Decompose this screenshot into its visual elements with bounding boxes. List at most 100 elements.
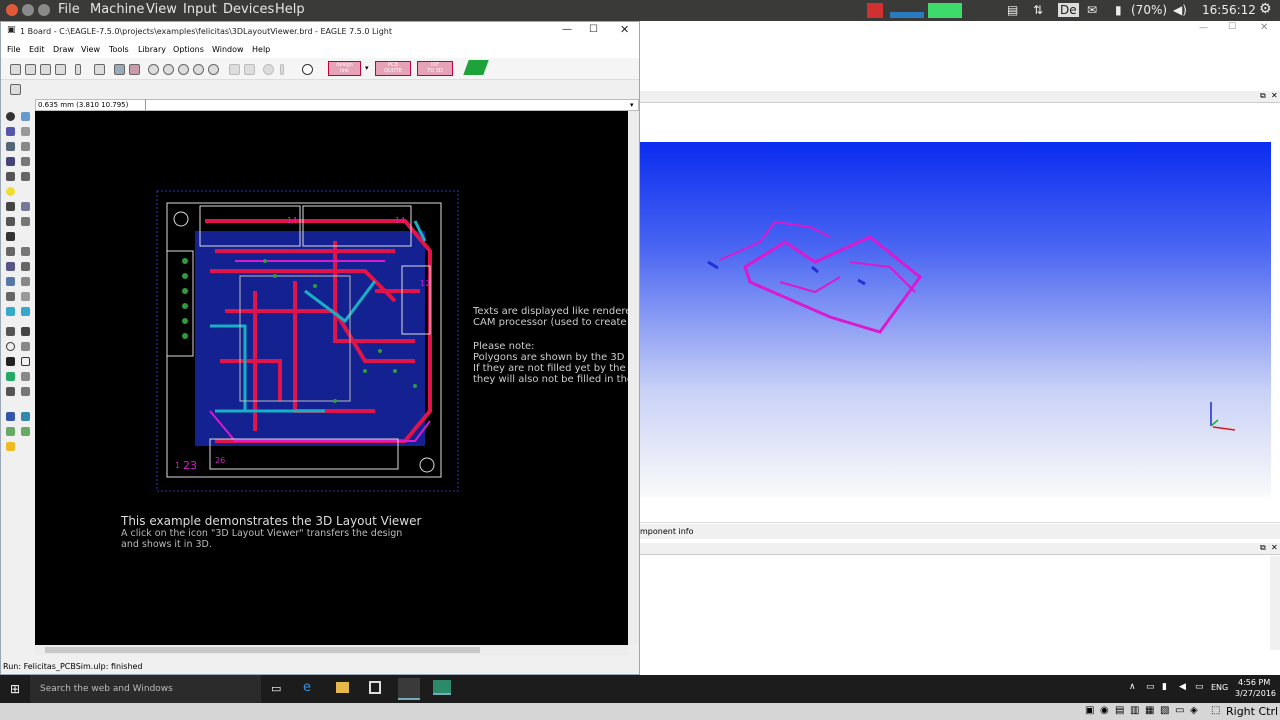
- zoom-fit-icon[interactable]: [148, 64, 159, 75]
- menu-window[interactable]: Window: [212, 45, 244, 54]
- task-view-icon[interactable]: ▭: [271, 682, 281, 695]
- zoom-in-icon[interactable]: [163, 64, 174, 75]
- zoom-out-icon[interactable]: [178, 64, 189, 75]
- attribute-icon[interactable]: [21, 387, 30, 396]
- meander-icon[interactable]: [21, 292, 30, 301]
- language-indicator[interactable]: ENG: [1211, 683, 1228, 692]
- menu-help[interactable]: Help: [252, 45, 270, 54]
- usb-icon[interactable]: ▦: [1145, 705, 1154, 716]
- store-icon[interactable]: [369, 681, 381, 694]
- info-panel-restore-icon[interactable]: ⧉: [1260, 543, 1266, 553]
- menu-view[interactable]: View: [146, 2, 177, 17]
- dropdown-icon[interactable]: ▾: [365, 64, 369, 72]
- ulp-icon[interactable]: [94, 64, 105, 75]
- menu-help[interactable]: Help: [275, 2, 305, 17]
- shared-folder-icon[interactable]: ▧: [1160, 705, 1169, 716]
- route-icon[interactable]: [6, 307, 15, 316]
- menu-library[interactable]: Library: [138, 45, 166, 54]
- file-explorer-icon[interactable]: [336, 682, 349, 693]
- rotate-icon[interactable]: [21, 157, 30, 166]
- group-icon[interactable]: [6, 172, 15, 181]
- save-icon[interactable]: [25, 64, 36, 75]
- edge-browser-icon[interactable]: e: [303, 680, 311, 695]
- cam-icon[interactable]: [55, 64, 66, 75]
- maximize-icon[interactable]: [38, 4, 50, 16]
- eagle-taskbar-icon[interactable]: [398, 678, 420, 700]
- lock-icon[interactable]: [6, 232, 15, 241]
- menu-input[interactable]: Input: [183, 2, 217, 17]
- keyboard-layout[interactable]: De: [1058, 3, 1079, 17]
- pinswap-icon[interactable]: [6, 217, 15, 226]
- minimize-icon[interactable]: [22, 4, 34, 16]
- component-info-tab[interactable]: mponent info: [640, 524, 1280, 539]
- network-icon[interactable]: ▭: [1146, 682, 1155, 692]
- script-icon[interactable]: [75, 64, 81, 75]
- mail-icon[interactable]: ✉: [1087, 3, 1097, 17]
- scroll-thumb[interactable]: [45, 647, 480, 653]
- board-canvas[interactable]: 14 14 12 1 23 26 Texts are displayed lik…: [35, 111, 628, 645]
- undo-icon[interactable]: [229, 64, 240, 75]
- mirror-icon[interactable]: [6, 157, 15, 166]
- command-dropdown-icon[interactable]: ▾: [630, 101, 634, 109]
- search-box[interactable]: Search the web and Windows: [30, 675, 261, 703]
- add-icon[interactable]: [21, 202, 30, 211]
- show-hidden-icons[interactable]: ∧: [1129, 682, 1136, 692]
- info-panel-close-icon[interactable]: ✕: [1271, 543, 1278, 552]
- zoom-redraw-icon[interactable]: [193, 64, 204, 75]
- clipboard-icon[interactable]: ▤: [1007, 3, 1018, 17]
- horizontal-scrollbar[interactable]: [35, 645, 628, 655]
- capture-icon[interactable]: ◈: [1190, 705, 1198, 716]
- board-icon[interactable]: [129, 64, 140, 75]
- polygon-icon[interactable]: [21, 357, 30, 366]
- viewer-maximize-button[interactable]: ☐: [1228, 22, 1236, 32]
- replace-icon[interactable]: [21, 217, 30, 226]
- 3d-layout-viewer-icon[interactable]: [463, 60, 489, 75]
- taskbar-date[interactable]: 3/27/2016: [1235, 689, 1276, 698]
- minimize-button[interactable]: —: [562, 24, 572, 35]
- signal-icon[interactable]: [21, 372, 30, 381]
- paste-icon[interactable]: [6, 187, 15, 196]
- open-icon[interactable]: [10, 64, 21, 75]
- zoom-select-icon[interactable]: [208, 64, 219, 75]
- 3d-view[interactable]: [640, 142, 1271, 497]
- print-icon[interactable]: [40, 64, 51, 75]
- display-icon[interactable]: [6, 127, 15, 136]
- viewer-minimize-button[interactable]: —: [1199, 23, 1208, 33]
- menu-edit[interactable]: Edit: [29, 45, 45, 54]
- panel-restore-icon[interactable]: ⧉: [1260, 91, 1266, 101]
- erc-warning-icon[interactable]: [6, 442, 15, 451]
- circle-icon[interactable]: [6, 342, 15, 351]
- ratsnest-icon[interactable]: [6, 412, 15, 421]
- hole-icon[interactable]: [6, 387, 15, 396]
- delete-icon[interactable]: [6, 202, 15, 211]
- menu-view[interactable]: View: [81, 45, 100, 54]
- optical-icon[interactable]: ◉: [1100, 705, 1109, 716]
- measure-icon[interactable]: [21, 427, 30, 436]
- ripup-icon[interactable]: [21, 307, 30, 316]
- audio-icon[interactable]: ▤: [1115, 705, 1124, 716]
- maximize-button[interactable]: ☐: [589, 24, 598, 35]
- arc-icon[interactable]: [21, 342, 30, 351]
- info-icon[interactable]: [6, 112, 15, 121]
- menu-devices[interactable]: Devices: [223, 2, 274, 17]
- help-icon[interactable]: [302, 64, 313, 75]
- smash-icon[interactable]: [6, 262, 15, 271]
- grid-icon[interactable]: [10, 84, 21, 95]
- windows-start-icon[interactable]: ⊞: [10, 682, 20, 696]
- dimension-icon[interactable]: [6, 427, 15, 436]
- hdd-icon[interactable]: ▣: [1085, 705, 1094, 716]
- go-icon[interactable]: [280, 64, 284, 75]
- optimize-icon[interactable]: [6, 292, 15, 301]
- menu-tools[interactable]: Tools: [109, 45, 129, 54]
- info-scrollbar[interactable]: [1270, 556, 1280, 650]
- show-icon[interactable]: [21, 112, 30, 121]
- name-icon[interactable]: [6, 247, 15, 256]
- net-icon[interactable]: ▥: [1130, 705, 1139, 716]
- miter-icon[interactable]: [21, 277, 30, 286]
- transfer-icon[interactable]: ⇅: [1033, 3, 1043, 17]
- panel-close-icon[interactable]: ✕: [1271, 91, 1278, 100]
- vertical-scrollbar[interactable]: [628, 111, 639, 645]
- copy-icon[interactable]: [21, 142, 30, 151]
- value-icon[interactable]: [21, 247, 30, 256]
- design-link-button[interactable]: design link: [328, 61, 361, 76]
